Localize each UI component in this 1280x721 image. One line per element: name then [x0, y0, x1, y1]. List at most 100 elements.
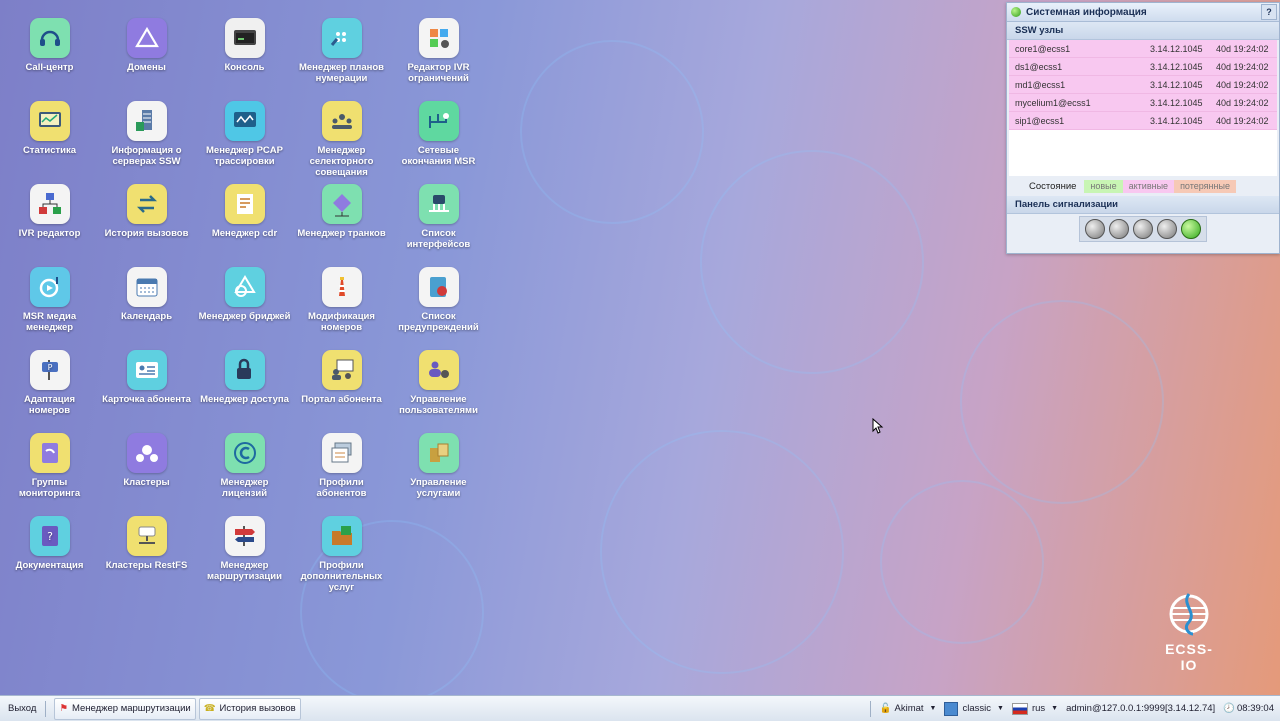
task-call-history[interactable]: ☎ История вызовов: [198, 697, 301, 720]
desktop-icon[interactable]: Модификация номеров: [293, 267, 390, 333]
triangle-icon: [126, 18, 167, 58]
alarm-led-icon[interactable]: [1133, 219, 1153, 239]
language-name: rus: [1031, 703, 1046, 714]
desktop-icon[interactable]: Сетевые окончания MSR: [390, 101, 487, 167]
desktop-icon[interactable]: Карточка абонента: [98, 350, 195, 405]
desktop-icon[interactable]: Управление пользователями: [390, 350, 487, 416]
desktop-icon[interactable]: Call-центр: [1, 18, 98, 73]
ssw-node-row[interactable]: core1@ecss1 3.14.12.1045 40d 19:24:02: [1009, 40, 1277, 58]
legend-active: активные: [1122, 179, 1175, 193]
ssw-node-row[interactable]: md1@ecss1 3.14.12.1045 40d 19:24:02: [1009, 76, 1277, 94]
alarm-led-icon[interactable]: [1109, 219, 1129, 239]
clock-time: 08:39:04: [1237, 703, 1274, 714]
desktop-icon[interactable]: Список предупреждений: [390, 267, 487, 333]
desktop-icon[interactable]: Портал абонента: [293, 350, 390, 405]
desktop-icon-label: Управление услугами: [410, 477, 467, 499]
desktop-icon[interactable]: Управление услугами: [390, 433, 487, 499]
desktop-icon-label: Профили абонентов: [316, 477, 367, 499]
panel-title: Системная информация: [1026, 6, 1147, 18]
desktop-icon[interactable]: Менеджер cdr: [196, 184, 293, 239]
desktop-icon-label: Менеджер cdr: [211, 228, 278, 239]
alarm-led-icon[interactable]: [1157, 219, 1177, 239]
desktop-icon[interactable]: Домены: [98, 18, 195, 73]
node-name: ds1@ecss1: [1015, 61, 1063, 72]
desktop-icon-label: Менеджер транков: [297, 228, 386, 239]
taskbar-separator: [45, 700, 47, 717]
pcap-icon: [224, 101, 265, 141]
node-version: 3.14.12.1045: [1150, 43, 1203, 54]
desktop-icon[interactable]: Статистика: [1, 101, 98, 156]
desktop-icon[interactable]: Календарь: [98, 267, 195, 322]
svg-text:?: ?: [47, 530, 53, 543]
node-uptime: 40d 19:24:02: [1216, 115, 1269, 126]
desktop-icon[interactable]: Менеджер маршрутизации: [196, 516, 293, 582]
portal-icon: [321, 350, 362, 390]
desktop-icon[interactable]: Менеджер доступа: [196, 350, 293, 405]
exit-button[interactable]: Выход: [0, 699, 40, 719]
desktop-icon-label: Редактор IVR ограничений: [407, 62, 470, 84]
desktop-icon[interactable]: Консоль: [196, 18, 293, 73]
desktop-icon[interactable]: Менеджер планов нумерации: [293, 18, 390, 84]
desktop-icon[interactable]: Список интерфейсов: [390, 184, 487, 250]
alarm-panel-header: Панель сигнализации: [1007, 196, 1279, 214]
panel-titlebar[interactable]: Системная информация ?: [1007, 3, 1279, 22]
desktop-icon[interactable]: ? Документация: [1, 516, 98, 571]
ssw-node-row[interactable]: mycelium1@ecss1 3.14.12.1045 40d 19:24:02: [1009, 94, 1277, 112]
desktop-icon[interactable]: Профили дополнительных услуг: [293, 516, 390, 593]
user-selector[interactable]: 🔓 Akimat ▼: [876, 699, 941, 719]
background-decoration: [880, 480, 1044, 644]
desktop-icon[interactable]: Редактор IVR ограничений: [390, 18, 487, 84]
desktop-icon[interactable]: История вызовов: [98, 184, 195, 239]
desktop-icon[interactable]: Менеджер лицензий: [196, 433, 293, 499]
ssw-node-row[interactable]: ds1@ecss1 3.14.12.1045 40d 19:24:02: [1009, 58, 1277, 76]
desktop-icon-label: Профили дополнительных услуг: [300, 560, 383, 593]
trunk-icon: [321, 184, 362, 224]
desktop-icon-label: Портал абонента: [301, 394, 382, 405]
help-book-icon: ?: [29, 516, 70, 556]
desktop-icon[interactable]: Кластеры: [98, 433, 195, 488]
theme-selector[interactable]: classic ▼: [940, 699, 1007, 719]
desktop-icon-label: Менеджер селекторного совещания: [309, 145, 374, 178]
desktop-icon-label: Статистика: [22, 145, 77, 156]
node-uptime: 40d 19:24:02: [1216, 61, 1269, 72]
alarm-led-group: [1079, 216, 1207, 242]
desktop-icon[interactable]: Менеджер бриджей: [196, 267, 293, 322]
task-routing-manager[interactable]: ⚑ Менеджер маршрутизации: [54, 697, 196, 720]
desktop-icon-label: Список интерфейсов: [406, 228, 471, 250]
desktop-icon[interactable]: Группы мониторинга: [1, 433, 98, 499]
ecss-logo-icon: [1169, 593, 1209, 636]
alarm-led-icon[interactable]: [1181, 219, 1201, 239]
help-button[interactable]: ?: [1261, 4, 1277, 20]
desktop-icon[interactable]: Менеджер транков: [293, 184, 390, 239]
node-name: md1@ecss1: [1015, 79, 1066, 90]
desktop-icon-label: Менеджер маршрутизации: [207, 560, 282, 582]
desktop-icon-label: Список предупреждений: [398, 311, 479, 333]
desktop-icon[interactable]: Менеджер PCAP трассировки: [196, 101, 293, 167]
users-gear-icon: [418, 350, 459, 390]
user-name: Akimat: [894, 703, 924, 714]
desktop-icon[interactable]: Кластеры RestFS: [98, 516, 195, 571]
desktop-icon[interactable]: MSR медиа менеджер: [1, 267, 98, 333]
desktop-icon-label: Модификация номеров: [308, 311, 375, 333]
desktop-icon[interactable]: Профили абонентов: [293, 433, 390, 499]
chevron-down-icon: ▼: [997, 705, 1004, 712]
ssw-node-row[interactable]: sip1@ecss1 3.14.12.1045 40d 19:24:02: [1009, 112, 1277, 130]
desktop-icon-label: Менеджер PCAP трассировки: [206, 145, 283, 167]
session-info: admin@127.0.0.1:9999[3.14.12.74]: [1066, 703, 1216, 714]
alarm-panel: [1007, 214, 1279, 244]
desktop-icon[interactable]: IVR редактор: [1, 184, 98, 239]
ivr-editor-icon: [29, 184, 70, 224]
desktop-icon[interactable]: Информация о серверах SSW: [98, 101, 195, 167]
background-decoration: [960, 300, 1164, 504]
alarm-led-icon[interactable]: [1085, 219, 1105, 239]
desktop-icon[interactable]: P Адаптация номеров: [1, 350, 98, 416]
lighthouse-icon: [321, 267, 362, 307]
desktop-icon-label: Сетевые окончания MSR: [401, 145, 476, 167]
language-selector[interactable]: rus ▼: [1008, 699, 1062, 719]
cdr-icon: [224, 184, 265, 224]
node-name: mycelium1@ecss1: [1015, 97, 1091, 108]
node-version: 3.14.12.1045: [1150, 79, 1203, 90]
task-label: Менеджер маршрутизации: [71, 703, 191, 714]
taskbar: Выход ⚑ Менеджер маршрутизации ☎ История…: [0, 695, 1280, 721]
desktop-icon[interactable]: Менеджер селекторного совещания: [293, 101, 390, 178]
